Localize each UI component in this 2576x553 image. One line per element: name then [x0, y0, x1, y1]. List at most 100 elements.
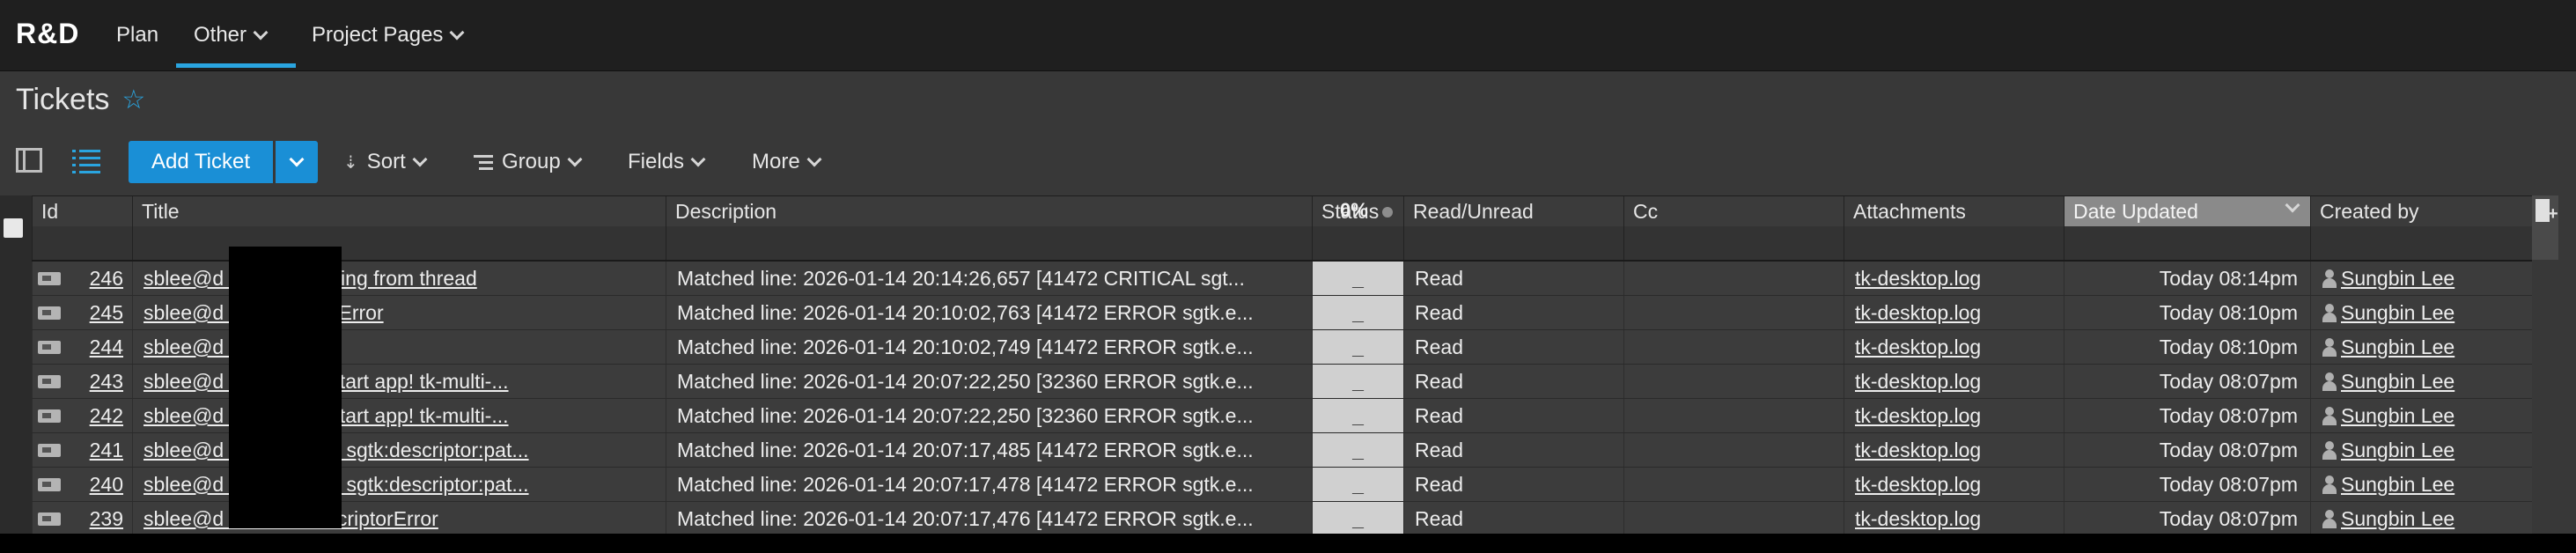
ticket-id-link[interactable]: 241 — [32, 433, 132, 467]
ticket-title-link[interactable]: sblee@d n - [PROXY] sgtk:descriptor:pat.… — [132, 433, 666, 467]
ticket-status[interactable]: _ — [1312, 468, 1403, 501]
table-row[interactable]: 242 sblee@d n - Cannot start app! tk-mult… — [32, 399, 2532, 433]
add-ticket-button[interactable]: Add Ticket — [129, 141, 273, 183]
table-row[interactable]: 244 sblee@d n - Error Matched line: 2026-0… — [32, 330, 2532, 365]
fields-button[interactable]: Fields — [628, 150, 706, 174]
ticket-id-text[interactable]: 246 — [90, 267, 123, 290]
ticket-created-by-link[interactable]: Sungbin Lee — [2310, 502, 2532, 535]
ticket-cc — [1623, 502, 1844, 535]
ticket-id-link[interactable]: 246 — [32, 262, 132, 295]
ticket-id-text[interactable]: 242 — [90, 404, 123, 427]
ticket-created-by-link[interactable]: Sungbin Lee — [2310, 399, 2532, 432]
chevron-down-icon[interactable] — [2285, 197, 2300, 213]
ticket-title-link[interactable]: sblee@d n - OverflowError — [132, 296, 666, 329]
ticket-id-text[interactable]: 240 — [90, 473, 123, 496]
ticket-attachment-link[interactable]: tk-desktop.log — [1844, 262, 2064, 295]
created-by-name[interactable]: Sungbin Lee — [2341, 370, 2455, 393]
ticket-status[interactable]: _ — [1312, 365, 1403, 398]
more-button[interactable]: More — [752, 150, 822, 174]
created-by-name[interactable]: Sungbin Lee — [2341, 439, 2455, 461]
page-title: Tickets — [16, 83, 110, 116]
ticket-id-text[interactable]: 245 — [90, 301, 123, 324]
ticket-created-by-link[interactable]: Sungbin Lee — [2310, 468, 2532, 501]
side-panel-toggle-icon[interactable] — [16, 148, 42, 173]
ticket-attachment-link[interactable]: tk-desktop.log — [1844, 296, 2064, 329]
created-by-name[interactable]: Sungbin Lee — [2341, 335, 2455, 358]
created-by-name[interactable]: Sungbin Lee — [2341, 473, 2455, 496]
table-row[interactable]: 246 sblee@d n - while calling from thread… — [32, 262, 2532, 296]
column-header-cc[interactable]: Cc — [1623, 196, 1844, 226]
ticket-created-by-link[interactable]: Sungbin Lee — [2310, 296, 2532, 329]
nav-item-project-pages[interactable]: Project Pages — [312, 23, 465, 48]
table-row[interactable]: 239 sblee@d n - TankDescriptorErrorMatche… — [32, 502, 2532, 536]
ticket-id-link[interactable]: 242 — [32, 399, 132, 432]
ticket-description: Matched line: 2026-01-14 20:07:22,250 [3… — [666, 399, 1312, 432]
ticket-title-link[interactable]: sblee@d n - Error — [132, 330, 666, 364]
table-row[interactable]: 243 sblee@d n - Cannot start app! tk-mult… — [32, 365, 2532, 399]
nav-item-plan[interactable]: Plan — [116, 23, 158, 48]
ticket-status[interactable]: _ — [1312, 399, 1403, 432]
ticket-title-link[interactable]: sblee@d n - Cannot start app! tk-multi-.… — [132, 365, 666, 398]
select-all-checkbox[interactable] — [4, 218, 23, 238]
ticket-title-link[interactable]: sblee@d n - TankDescriptorError — [132, 502, 666, 535]
ticket-title-link[interactable]: sblee@d n - [PROXY] sgtk:descriptor:pat.… — [132, 468, 666, 501]
ticket-title-link[interactable]: sblee@d n - while calling from thread — [132, 262, 666, 295]
created-by-name[interactable]: Sungbin Lee — [2341, 404, 2455, 427]
ticket-attachment-link[interactable]: tk-desktop.log — [1844, 399, 2064, 432]
table-row[interactable]: 240 sblee@d n - [PROXY] sgtk:descriptor:p… — [32, 468, 2532, 502]
ticket-status[interactable]: _ — [1312, 262, 1403, 295]
ticket-id-link[interactable]: 244 — [32, 330, 132, 364]
list-view-icon[interactable] — [72, 148, 100, 173]
table-row[interactable]: 241 sblee@d n - [PROXY] sgtk:descriptor:p… — [32, 433, 2532, 468]
ticket-attachment-link[interactable]: tk-desktop.log — [1844, 433, 2064, 467]
ticket-id-text[interactable]: 239 — [90, 507, 123, 530]
ticket-created-by-link[interactable]: Sungbin Lee — [2310, 330, 2532, 364]
column-header-read-unread[interactable]: Read/Unread — [1403, 196, 1623, 226]
ticket-created-by-link[interactable]: Sungbin Lee — [2310, 433, 2532, 467]
column-header-attachments[interactable]: Attachments — [1844, 196, 2064, 226]
ticket-attachment-link[interactable]: tk-desktop.log — [1844, 330, 2064, 364]
add-ticket-menu-button[interactable] — [276, 141, 318, 183]
star-icon[interactable]: ☆ — [121, 85, 145, 115]
ticket-attachment-link[interactable]: tk-desktop.log — [1844, 468, 2064, 501]
ticket-status[interactable]: _ — [1312, 296, 1403, 329]
ticket-id-link[interactable]: 245 — [32, 296, 132, 329]
ticket-description: Matched line: 2026-01-14 20:07:17,478 [4… — [666, 468, 1312, 501]
ticket-status[interactable]: _ — [1312, 502, 1403, 535]
ticket-id-text[interactable]: 244 — [90, 335, 123, 358]
add-column-icon[interactable] — [2536, 199, 2558, 225]
nav-item-other[interactable]: Other — [194, 23, 269, 48]
created-by-name[interactable]: Sungbin Lee — [2341, 507, 2455, 530]
column-header-created-by[interactable]: Created by — [2310, 196, 2532, 226]
user-icon — [2322, 337, 2337, 357]
user-icon — [2322, 372, 2337, 391]
ticket-title-link[interactable]: sblee@d n - Cannot start app! tk-multi-.… — [132, 399, 666, 432]
sort-button[interactable]: ⇣ Sort — [343, 150, 428, 174]
ticket-cc — [1623, 468, 1844, 501]
brand-logo[interactable]: R&D — [16, 18, 79, 50]
ticket-created-by-link[interactable]: Sungbin Lee — [2310, 262, 2532, 295]
summary-cell — [666, 226, 1312, 260]
ticket-attachment-link[interactable]: tk-desktop.log — [1844, 365, 2064, 398]
group-button[interactable]: Group — [474, 150, 583, 174]
table-row[interactable]: 245 sblee@d n - OverflowErrorMatched line… — [32, 296, 2532, 330]
ticket-status[interactable]: _ — [1312, 433, 1403, 467]
created-by-name[interactable]: Sungbin Lee — [2341, 301, 2455, 324]
column-header-id[interactable]: Id — [32, 196, 132, 226]
column-header-description[interactable]: Description — [666, 196, 1312, 226]
column-header-date-updated[interactable]: Date Updated — [2064, 196, 2310, 226]
ticket-id-link[interactable]: 240 — [32, 468, 132, 501]
ticket-id-text[interactable]: 243 — [90, 370, 123, 393]
ticket-created-by-link[interactable]: Sungbin Lee — [2310, 365, 2532, 398]
column-header-title[interactable]: Title — [132, 196, 666, 226]
ticket-read-state: Read — [1403, 330, 1623, 364]
created-by-name[interactable]: Sungbin Lee — [2341, 267, 2455, 290]
ticket-read-state: Read — [1403, 433, 1623, 467]
ticket-status[interactable]: _ — [1312, 330, 1403, 364]
ticket-id-link[interactable]: 243 — [32, 365, 132, 398]
summary-cell — [132, 226, 666, 260]
ticket-attachment-link[interactable]: tk-desktop.log — [1844, 502, 2064, 535]
ticket-id-text[interactable]: 241 — [90, 439, 123, 461]
ticket-id-link[interactable]: 239 — [32, 502, 132, 535]
ticket-read-state: Read — [1403, 365, 1623, 398]
